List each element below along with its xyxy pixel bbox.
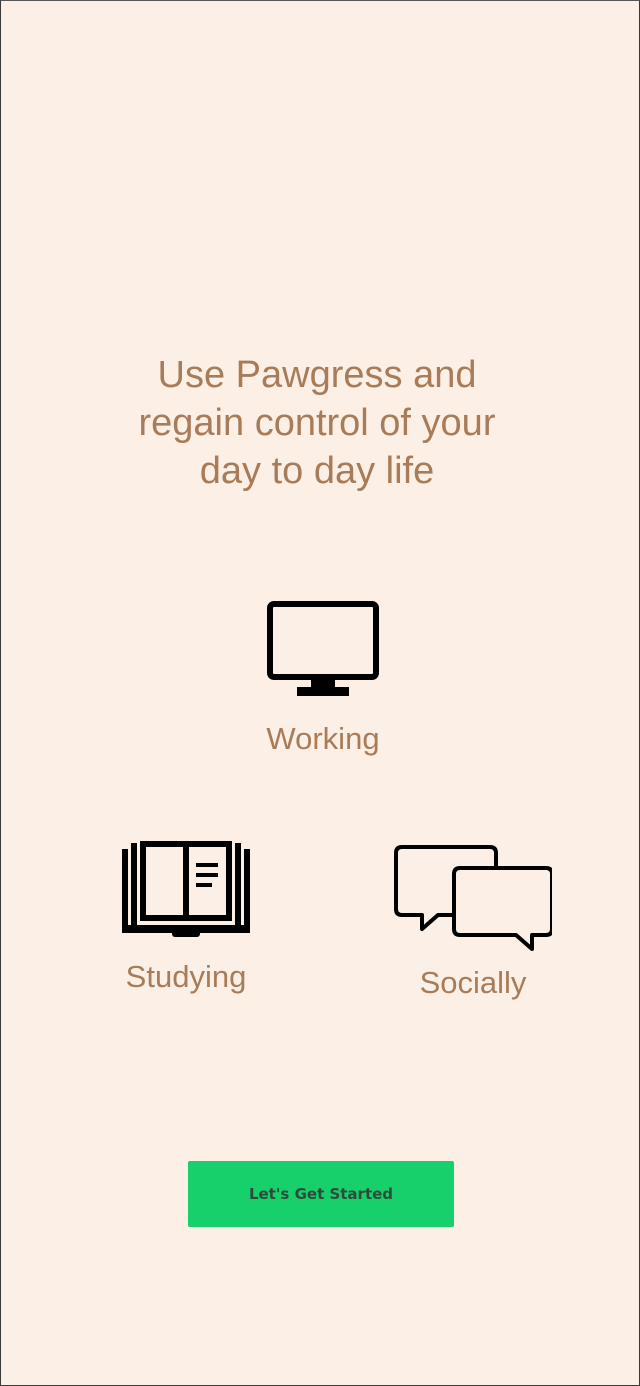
chat-bubbles-icon	[394, 845, 552, 951]
feature-studying: Studying	[101, 839, 271, 995]
feature-socially-label: Socially	[419, 965, 527, 1000]
monitor-icon	[267, 601, 379, 696]
headline: Use Pawgress and regain control of your …	[101, 351, 533, 495]
feature-working-label: Working	[266, 721, 380, 756]
lets-get-started-button[interactable]: Let's Get Started	[188, 1161, 454, 1227]
feature-working: Working	[241, 601, 405, 757]
feature-studying-label: Studying	[125, 959, 247, 994]
headline-line-3: day to day life	[199, 450, 435, 492]
open-book-icon	[122, 841, 250, 937]
onboarding-screen: Use Pawgress and regain control of your …	[0, 0, 640, 1386]
feature-socially: Socially	[383, 843, 563, 1001]
headline-line-1: Use Pawgress and	[157, 354, 477, 396]
headline-line-2: regain control of your	[138, 402, 496, 444]
